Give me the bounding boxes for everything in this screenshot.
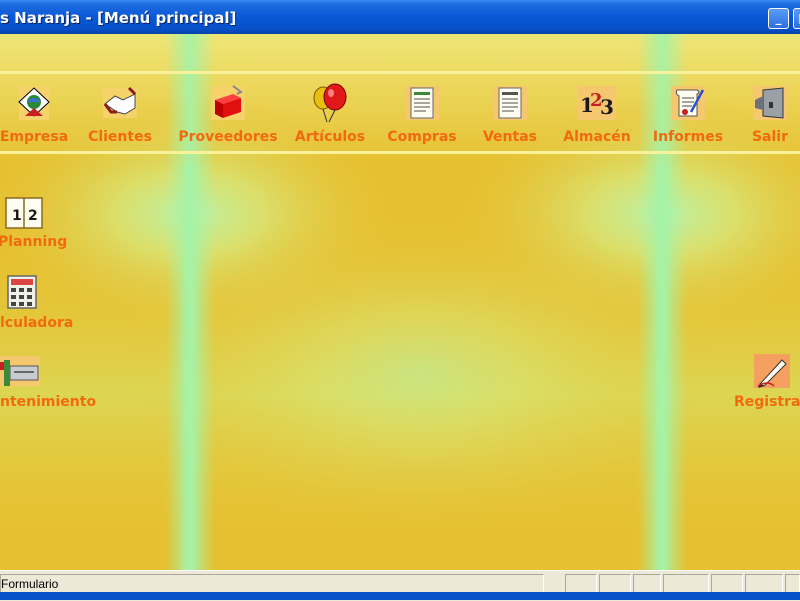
toolbar-label: Compras bbox=[387, 129, 457, 145]
toolbar-item-articulos[interactable]: Artículos bbox=[293, 82, 367, 145]
toolbar-label: Proveedores bbox=[178, 129, 278, 145]
status-panel bbox=[565, 574, 597, 594]
window-title: s Naranja - [Menú principal] bbox=[0, 9, 237, 27]
supplier-box-icon bbox=[211, 85, 245, 120]
toolbar-item-informes[interactable]: Informes bbox=[651, 82, 725, 145]
sales-document-icon bbox=[493, 86, 527, 120]
window-bottom-border bbox=[0, 592, 800, 600]
svg-text:2: 2 bbox=[28, 208, 38, 224]
toolbar-item-empresa[interactable]: Empresa bbox=[0, 82, 70, 145]
toolbar-label: Informes bbox=[652, 129, 724, 145]
toolbar-label: Clientes bbox=[88, 129, 152, 145]
calendar-12-icon: 1 2 bbox=[5, 197, 43, 229]
shortcut-calculadora[interactable]: lculadora bbox=[0, 274, 100, 334]
company-icon bbox=[18, 86, 50, 120]
toolbar-label: Empresa bbox=[0, 129, 69, 145]
shortcut-label: lculadora bbox=[0, 315, 74, 331]
handshake-icon bbox=[103, 86, 137, 118]
exit-door-icon bbox=[753, 86, 787, 120]
maximize-button[interactable]: □ bbox=[793, 8, 800, 29]
toolbar-label: Artículos bbox=[294, 129, 366, 145]
shortcut-label: Planning bbox=[0, 234, 68, 250]
shortcut-label: Registrar bbox=[734, 394, 800, 410]
numbers-123-icon: 1 2 3 bbox=[578, 86, 616, 120]
status-panel bbox=[633, 574, 661, 594]
report-icon bbox=[671, 86, 705, 120]
balloons-icon bbox=[313, 83, 347, 123]
status-panel bbox=[711, 574, 743, 594]
shortcut-registrar[interactable]: Registrar bbox=[732, 352, 800, 412]
pen-sign-icon bbox=[754, 354, 790, 388]
svg-text:3: 3 bbox=[600, 95, 614, 119]
toolbar-top-divider bbox=[0, 71, 800, 74]
purchase-document-icon bbox=[405, 86, 439, 120]
svg-text:1: 1 bbox=[12, 208, 22, 224]
toolbar-item-compras[interactable]: Compras bbox=[386, 82, 458, 145]
shortcut-planning[interactable]: 1 2 Planning bbox=[0, 196, 70, 256]
minimize-button[interactable]: _ bbox=[768, 8, 789, 29]
status-panel bbox=[785, 574, 800, 594]
toolbar-bottom-divider bbox=[0, 151, 800, 154]
shortcut-label: ntenimiento bbox=[0, 394, 97, 410]
toolbar-item-salir[interactable]: Salir bbox=[748, 82, 792, 145]
toolbar-item-ventas[interactable]: Ventas bbox=[481, 82, 539, 145]
toolbar-label: Ventas bbox=[482, 129, 537, 145]
minimize-icon: _ bbox=[775, 11, 782, 25]
toolbar-label: Almacén bbox=[563, 129, 631, 145]
main-menu-area: Empresa Clientes Proveedores Artículos C… bbox=[0, 34, 800, 570]
status-panel bbox=[663, 574, 709, 594]
tools-icon bbox=[0, 356, 40, 386]
status-text: Formulario bbox=[0, 574, 544, 594]
toolbar-item-clientes[interactable]: Clientes bbox=[86, 82, 154, 145]
toolbar-label: Salir bbox=[751, 129, 789, 145]
calculator-icon bbox=[7, 275, 37, 309]
shortcut-mantenimiento[interactable]: ntenimiento bbox=[0, 352, 96, 412]
status-panel bbox=[745, 574, 783, 594]
status-panel bbox=[599, 574, 631, 594]
title-bar[interactable]: s Naranja - [Menú principal] _ □ bbox=[0, 0, 800, 34]
toolbar-item-almacen[interactable]: 1 2 3 Almacén bbox=[560, 82, 634, 145]
toolbar-item-proveedores[interactable]: Proveedores bbox=[176, 82, 280, 145]
